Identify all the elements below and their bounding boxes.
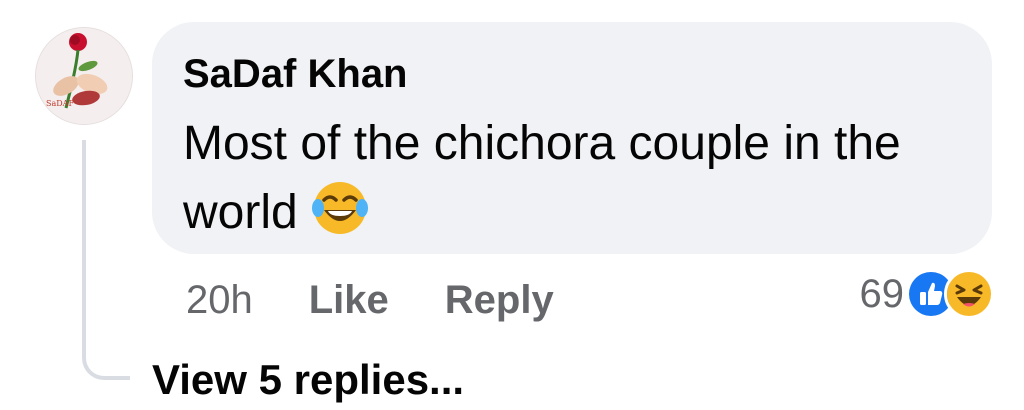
avatar[interactable]: SaDAF: [35, 27, 133, 125]
reactions-summary[interactable]: 69: [860, 266, 994, 322]
haha-reaction-icon: [944, 269, 994, 319]
thread-connector-line: [82, 140, 130, 380]
like-button[interactable]: Like: [309, 278, 389, 322]
comment-timestamp[interactable]: 20h: [186, 278, 253, 322]
view-replies-link[interactable]: View 5 replies...: [152, 352, 464, 408]
avatar-watermark: SaDAF: [46, 99, 74, 108]
reply-button[interactable]: Reply: [445, 278, 554, 322]
reaction-count[interactable]: 69: [860, 272, 905, 317]
comment-text-content: Most of the chichora couple in the world: [183, 117, 901, 239]
comment-actions: 20h Like Reply: [186, 272, 554, 328]
comment-author[interactable]: SaDaf Khan: [183, 48, 408, 100]
face-with-tears-of-joy-icon: [310, 178, 370, 238]
comment-text: Most of the chichora couple in the world: [183, 110, 963, 247]
